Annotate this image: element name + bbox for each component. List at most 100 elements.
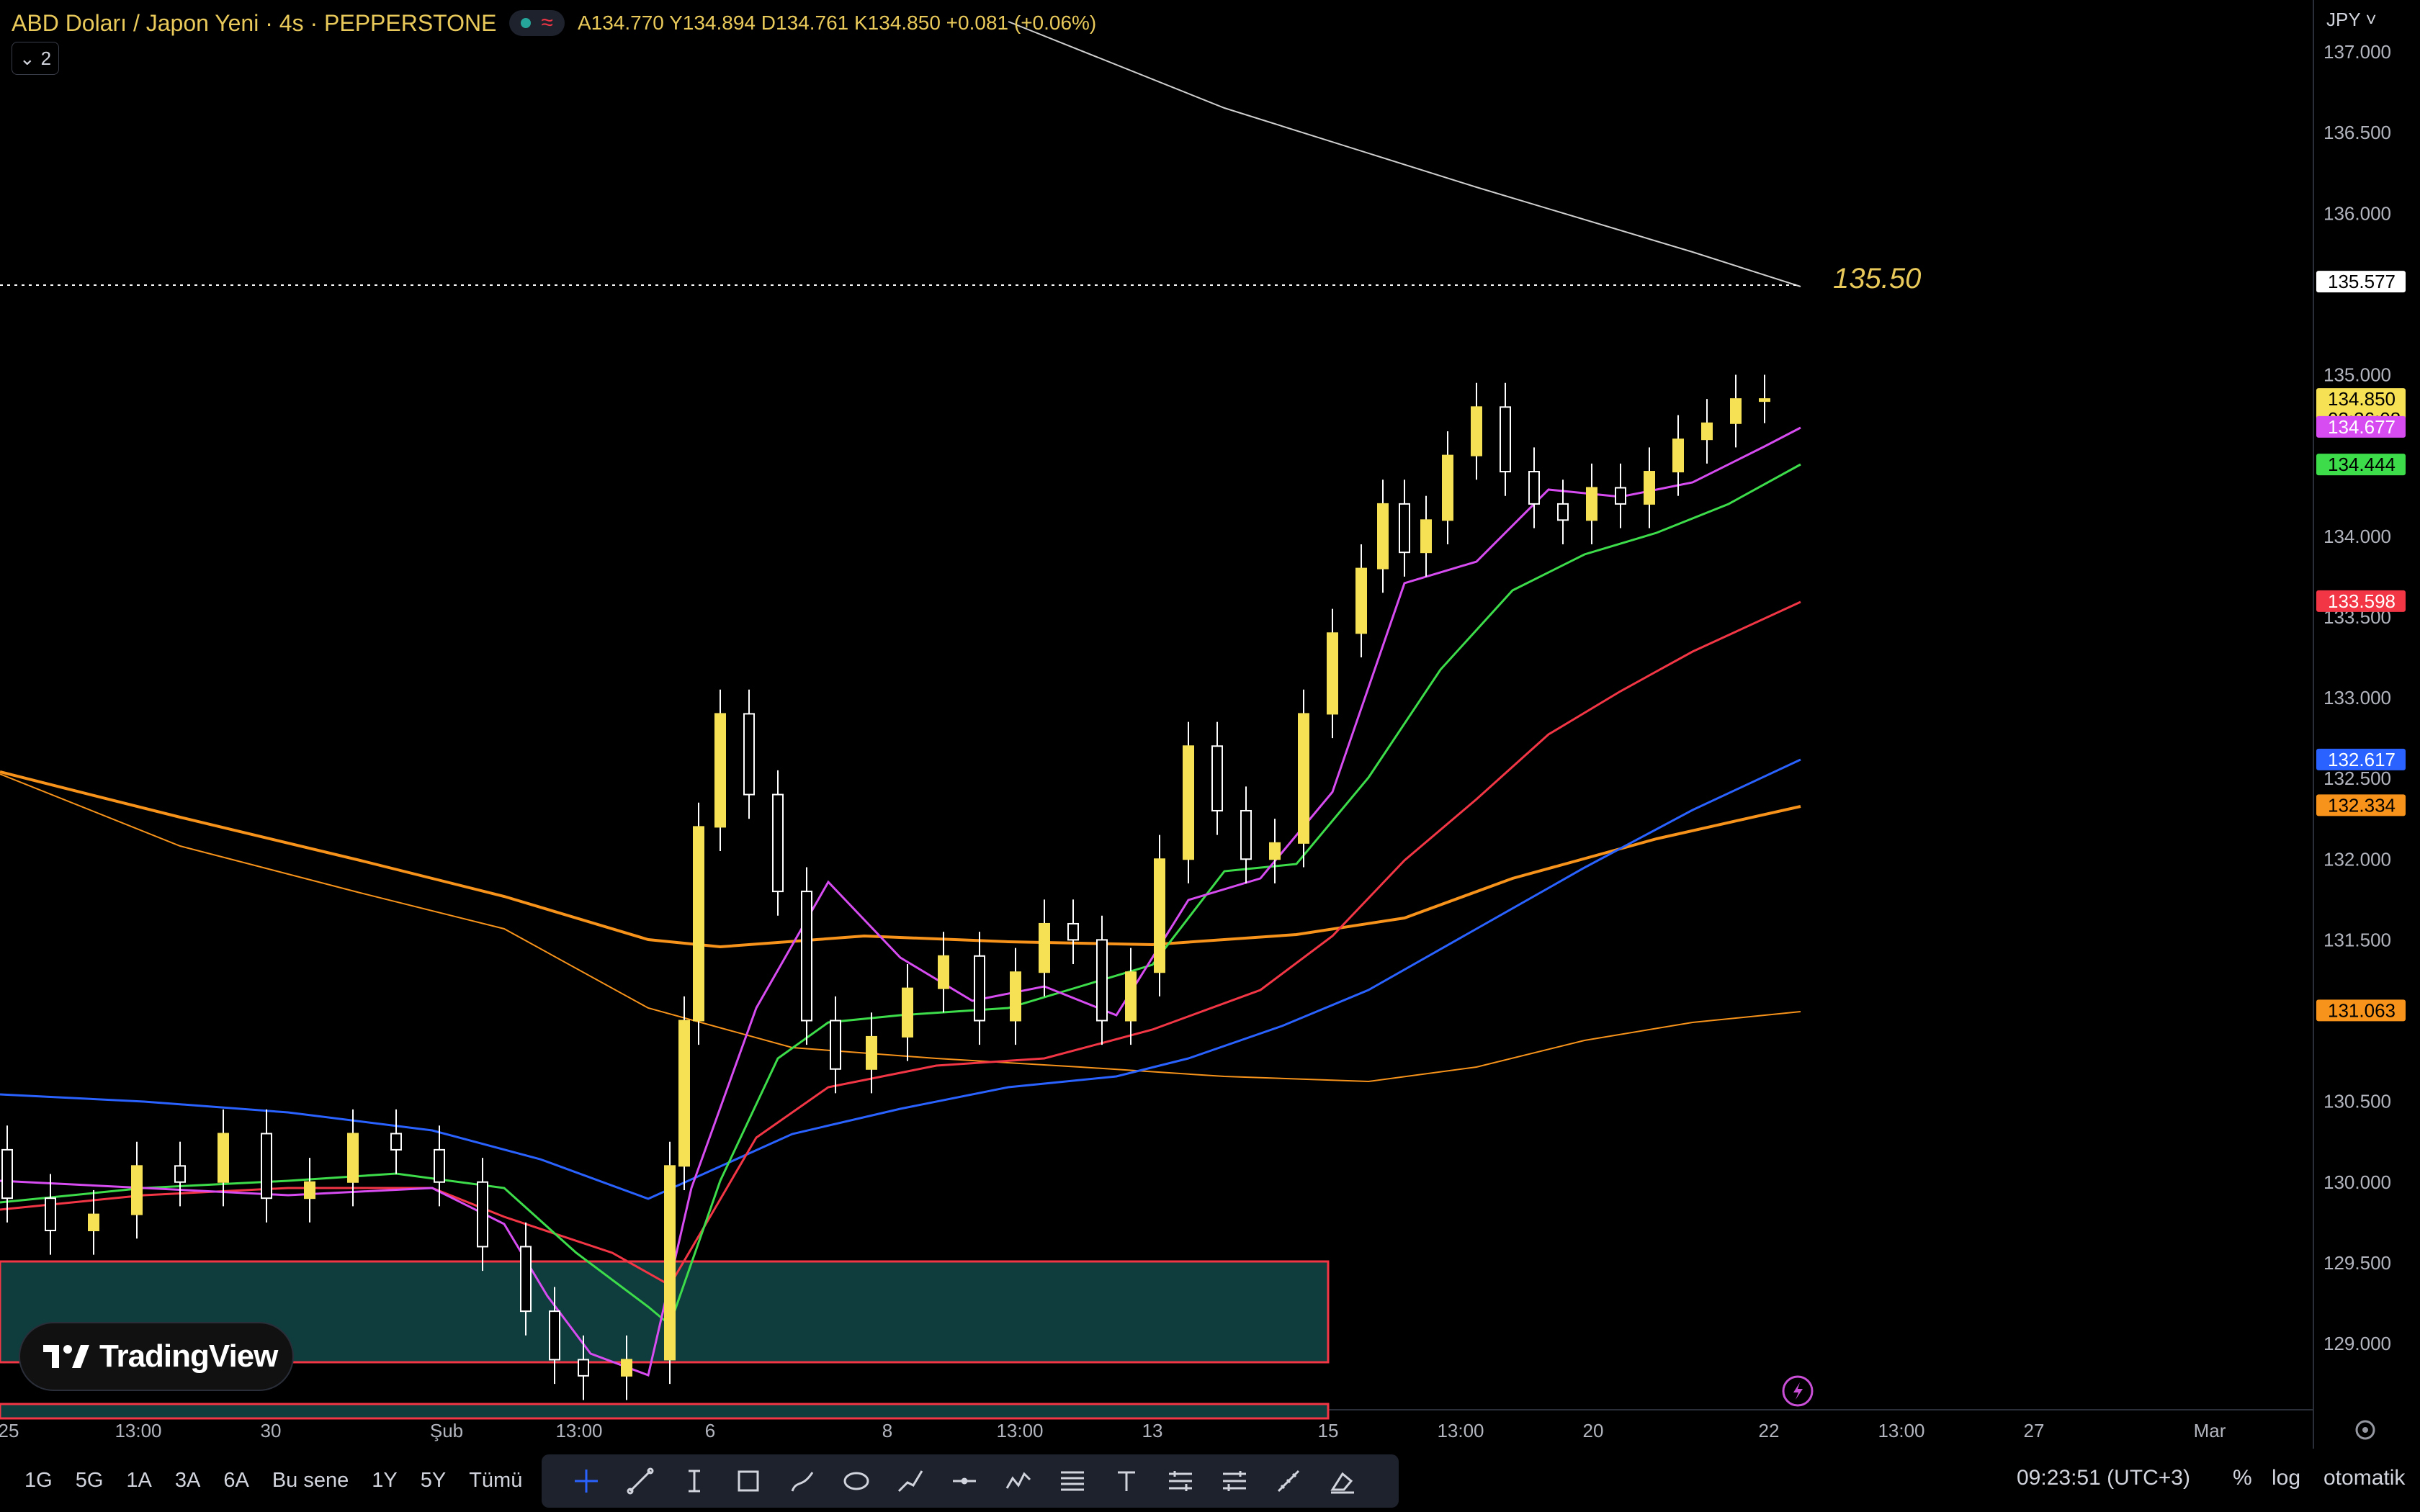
candle-body[interactable] <box>304 1181 315 1200</box>
candle-body[interactable] <box>1327 632 1338 715</box>
candlestick-series[interactable] <box>1 374 1770 1400</box>
candle-body[interactable] <box>1125 971 1137 1022</box>
path-tool[interactable] <box>883 1459 937 1503</box>
candle-body[interactable] <box>1211 745 1223 811</box>
candle-body[interactable] <box>1701 422 1713 441</box>
timeframe-button[interactable]: 5Y <box>409 1469 457 1493</box>
timeframe-button[interactable]: 1G <box>13 1469 64 1493</box>
candle-body[interactable] <box>261 1133 272 1200</box>
trendline[interactable] <box>1008 21 1801 287</box>
eraser-tool[interactable] <box>1315 1459 1369 1503</box>
candle-body[interactable] <box>902 987 913 1038</box>
candle-body[interactable] <box>1557 503 1569 521</box>
chart-header: ABD Doları / Japon Yeni · 4s · PEPPERSTO… <box>12 7 1096 39</box>
crosshair-tool[interactable] <box>559 1459 613 1503</box>
candle-body[interactable] <box>772 793 784 893</box>
candle-body[interactable] <box>434 1148 445 1183</box>
percent-toggle[interactable]: % <box>2233 1466 2252 1490</box>
candle-body[interactable] <box>1039 922 1050 973</box>
ellipse-tool[interactable] <box>829 1459 883 1503</box>
candle-body[interactable] <box>1672 438 1684 473</box>
timeframe-button[interactable]: Tümü <box>457 1469 534 1493</box>
symbol-title[interactable]: ABD Doları / Japon Yeni · 4s · PEPPERSTO… <box>12 10 496 37</box>
demand-zone-lower[interactable] <box>0 1403 1330 1420</box>
timeframe-button[interactable]: Bu sene <box>261 1469 360 1493</box>
timeframe-button[interactable]: 1A <box>115 1469 163 1493</box>
candle-body[interactable] <box>714 713 726 828</box>
candle-body[interactable] <box>974 955 985 1022</box>
candle-body[interactable] <box>664 1165 676 1361</box>
timeframe-button[interactable]: 6A <box>212 1469 260 1493</box>
timeframe-button[interactable]: 3A <box>163 1469 212 1493</box>
candle-body[interactable] <box>1298 713 1309 844</box>
time-axis[interactable]: 25 13:00 30 Şub 13:00 6 8 13:00 13 15 13:00 20 22 13:… <box>0 1420 2226 1441</box>
candle-body[interactable] <box>743 713 755 796</box>
candle-body[interactable] <box>88 1213 99 1232</box>
candle-body[interactable] <box>678 1020 690 1167</box>
candle-body[interactable] <box>1067 922 1079 941</box>
candle-body[interactable] <box>1096 939 1108 1022</box>
candle-body[interactable] <box>218 1133 229 1183</box>
indicators-collapse-button[interactable]: ⌄ 2 <box>12 42 59 75</box>
candle-body[interactable] <box>578 1359 589 1377</box>
text-tool[interactable] <box>1099 1459 1153 1503</box>
candle-body[interactable] <box>1586 487 1597 521</box>
gear-icon[interactable] <box>2355 1420 2375 1440</box>
candle-body[interactable] <box>131 1165 143 1215</box>
fib-retracement-tool[interactable] <box>1045 1459 1099 1503</box>
timeframe-button[interactable]: 5G <box>64 1469 115 1493</box>
candle-body[interactable] <box>347 1133 359 1183</box>
candle-body[interactable] <box>1615 487 1626 505</box>
short-position-tool[interactable] <box>1207 1459 1261 1503</box>
candle-body[interactable] <box>174 1165 186 1183</box>
candle-body[interactable] <box>549 1310 560 1361</box>
market-status-pill[interactable]: ≈ <box>509 10 565 36</box>
candle-body[interactable] <box>1500 406 1511 473</box>
price-axis[interactable]: 137.000136.500136.000135.000134.000133.5… <box>2323 41 2391 1354</box>
candle-body[interactable] <box>621 1359 632 1377</box>
candle-body[interactable] <box>1154 858 1165 973</box>
candle-body[interactable] <box>866 1035 877 1070</box>
candle-body[interactable] <box>1759 398 1770 402</box>
candle-body[interactable] <box>1442 454 1453 521</box>
candle-body[interactable] <box>1730 398 1742 424</box>
brush-tool[interactable] <box>775 1459 829 1503</box>
rectangle-tool[interactable] <box>721 1459 775 1503</box>
time-tick-label: 30 <box>261 1420 282 1441</box>
trendline-tool[interactable] <box>613 1459 667 1503</box>
candle-body[interactable] <box>390 1133 402 1151</box>
horizontal-line-tool[interactable] <box>937 1459 991 1503</box>
candle-body[interactable] <box>45 1197 56 1232</box>
currency-selector[interactable]: JPY ˅ <box>2326 9 2377 31</box>
timeframe-button[interactable]: 1Y <box>360 1469 408 1493</box>
candle-body[interactable] <box>1644 471 1655 505</box>
candle-body[interactable] <box>1377 503 1389 570</box>
candle-body[interactable] <box>801 891 812 1022</box>
candle-body[interactable] <box>520 1246 532 1313</box>
candle-body[interactable] <box>1399 503 1410 554</box>
candle-body[interactable] <box>1269 842 1281 860</box>
auto-scale-toggle[interactable]: otomatik <box>2323 1466 2405 1490</box>
candle-body[interactable] <box>1 1148 13 1200</box>
candle-body[interactable] <box>1240 809 1252 860</box>
candle-body[interactable] <box>1471 406 1482 456</box>
candle-body[interactable] <box>1420 519 1432 554</box>
vertical-text-tool[interactable] <box>667 1459 721 1503</box>
candle-body[interactable] <box>938 955 949 989</box>
candle-body[interactable] <box>477 1181 488 1248</box>
long-position-tool[interactable] <box>1153 1459 1207 1503</box>
price-tag-label: 135.577 <box>2328 271 2396 292</box>
pattern-tool[interactable] <box>991 1459 1045 1503</box>
price-tick-label: 129.500 <box>2323 1252 2391 1274</box>
lightning-icon[interactable] <box>1782 1375 1814 1407</box>
ruler-tool[interactable] <box>1261 1459 1315 1503</box>
candle-body[interactable] <box>1528 471 1540 505</box>
candle-body[interactable] <box>830 1020 841 1070</box>
log-toggle[interactable]: log <box>2272 1466 2300 1490</box>
tradingview-logo[interactable]: TradingView <box>19 1322 294 1391</box>
candle-body[interactable] <box>1355 567 1367 634</box>
clock-timezone[interactable]: 09:23:51 (UTC+3) <box>2017 1466 2190 1490</box>
candle-body[interactable] <box>693 826 704 1022</box>
candle-body[interactable] <box>1183 745 1194 860</box>
candle-body[interactable] <box>1010 971 1021 1022</box>
